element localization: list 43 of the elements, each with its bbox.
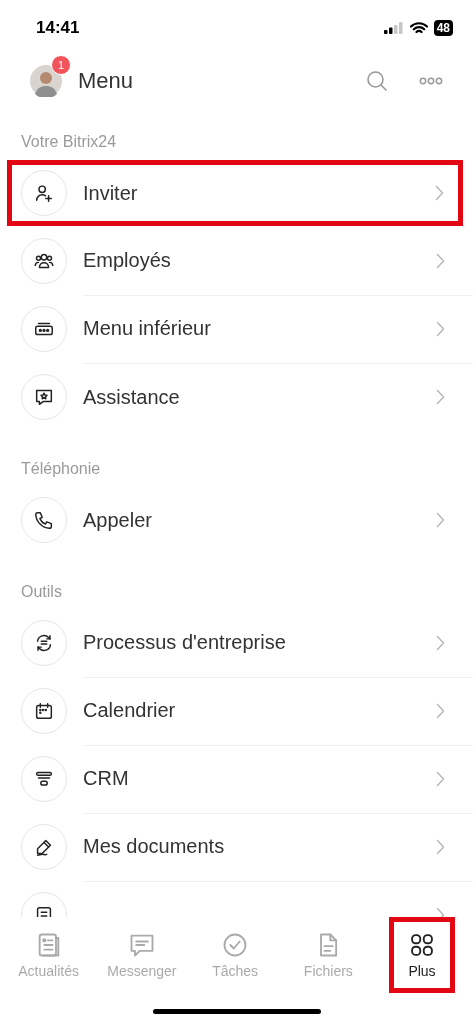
menu-item-label: Processus d'entreprise <box>83 631 287 654</box>
chevron-icon <box>436 512 445 528</box>
chevron-icon <box>436 770 445 787</box>
menu-item-label: Menu inférieur <box>83 317 212 340</box>
menu-item[interactable]: Calendrier <box>0 677 473 745</box>
menu-item-label: CRM <box>83 767 130 790</box>
menu-item[interactable]: Employés <box>0 227 473 295</box>
chevron-icon <box>436 634 445 651</box>
signal-icon <box>383 22 404 34</box>
menu-item-label: Mes documents <box>83 835 226 858</box>
chevron-icon <box>436 320 445 337</box>
section-heading: Téléphonie <box>20 459 102 479</box>
clock-time: 14:41 <box>36 18 80 38</box>
page-title: Menu <box>78 68 134 94</box>
chevron-icon <box>436 702 445 719</box>
section-heading: Votre Bitrix24 <box>20 132 118 152</box>
tab[interactable]: Plus <box>389 917 455 993</box>
menu-item[interactable]: CRM <box>0 745 473 813</box>
menu-item-label: Inviter <box>83 181 139 205</box>
phone-icon <box>33 509 55 531</box>
menu-item[interactable]: Menu inférieur <box>0 295 473 363</box>
battery-indicator: 48 <box>433 20 453 36</box>
menu-item-label: Calendrier <box>83 699 177 722</box>
menu-item-label: Employés <box>83 249 172 272</box>
menu-item-label: Assistance <box>83 385 181 409</box>
search-icon[interactable] <box>365 69 389 93</box>
menu-item-label: Appeler <box>83 508 153 532</box>
section-heading: Outils <box>20 582 63 602</box>
menu-item[interactable]: Assistance <box>0 363 473 431</box>
chevron-icon <box>436 389 445 405</box>
chevron-icon <box>436 252 445 269</box>
grid-icon <box>408 931 436 959</box>
menu-item[interactable]: Appeler <box>0 486 473 554</box>
chevron-icon <box>436 838 445 855</box>
notification-badge: 1 <box>51 55 71 75</box>
calendar-icon <box>33 700 55 722</box>
menu-item[interactable]: Mes documents <box>0 813 473 881</box>
person-plus-icon <box>33 182 55 204</box>
menu-item[interactable]: Processus d'entreprise <box>0 609 473 677</box>
menu-item[interactable]: Inviter <box>6 159 464 227</box>
wifi-icon <box>409 21 428 35</box>
more-icon[interactable] <box>419 77 443 85</box>
chevron-icon <box>435 185 444 201</box>
